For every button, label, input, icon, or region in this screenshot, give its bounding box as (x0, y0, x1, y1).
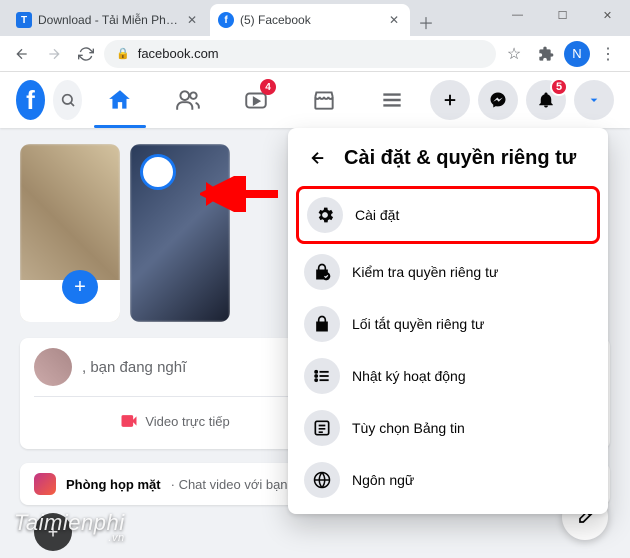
composer-avatar[interactable] (34, 348, 72, 386)
nav-back-button[interactable] (8, 40, 36, 68)
live-video-label: Video trực tiếp (145, 414, 229, 429)
settings-privacy-dropdown: Cài đặt & quyền riêng tư Cài đặt Kiểm tr… (288, 128, 608, 514)
browser-address-bar: 🔒 facebook.com ☆ N ⋮ (0, 36, 630, 72)
tab-title-1: (5) Facebook (240, 13, 380, 27)
gear-icon (307, 197, 343, 233)
tab-favicon-1: f (218, 12, 234, 28)
fb-notifications-button[interactable]: 5 (526, 80, 566, 120)
fb-tab-menu[interactable] (362, 75, 422, 125)
rooms-subtitle: · Chat video với bạn bè (171, 477, 306, 492)
room-add-button[interactable]: + (34, 513, 72, 551)
url-input[interactable]: 🔒 facebook.com (104, 40, 496, 68)
list-icon (304, 358, 340, 394)
fb-messenger-button[interactable] (478, 80, 518, 120)
dropdown-label-2: Lối tắt quyền riêng tư (352, 316, 484, 332)
window-minimize[interactable]: — (495, 0, 540, 30)
tab-favicon-0: T (16, 12, 32, 28)
fb-tab-friends[interactable] (158, 75, 218, 125)
extensions-icon[interactable] (532, 40, 560, 68)
feed-icon (304, 410, 340, 446)
tab-title-0: Download - Tải Miễn Phí VN - Ph (38, 13, 178, 27)
rooms-title: Phòng họp mặt (66, 477, 161, 492)
dropdown-item-privacy-shortcuts[interactable]: Lối tắt quyền riêng tư (296, 298, 600, 350)
nav-reload-button[interactable] (72, 40, 100, 68)
fb-search-button[interactable] (53, 80, 82, 120)
dropdown-item-settings[interactable]: Cài đặt (296, 186, 600, 244)
dropdown-label-5: Ngôn ngữ (352, 472, 414, 488)
story-item-1[interactable] (130, 144, 230, 322)
watch-badge: 4 (260, 79, 276, 95)
bookmark-star-icon[interactable]: ☆ (500, 40, 528, 68)
browser-profile-avatar[interactable]: N (564, 41, 590, 67)
notif-badge: 5 (550, 78, 568, 96)
browser-titlebar: T Download - Tải Miễn Phí VN - Ph ✕ f (5… (0, 0, 630, 36)
window-close[interactable]: ✕ (585, 0, 630, 30)
browser-tab-0[interactable]: T Download - Tải Miễn Phí VN - Ph ✕ (8, 4, 208, 36)
tab-close-0[interactable]: ✕ (184, 12, 200, 28)
instruction-arrow (200, 176, 280, 212)
dropdown-label-0: Cài đặt (355, 207, 399, 223)
plus-icon: + (62, 270, 98, 304)
fb-tab-home[interactable] (90, 75, 150, 125)
video-camera-icon (119, 411, 139, 431)
globe-icon (304, 462, 340, 498)
new-tab-button[interactable]: ＋ (412, 8, 440, 36)
dropdown-label-1: Kiểm tra quyền riêng tư (352, 264, 498, 280)
browser-tab-1[interactable]: f (5) Facebook ✕ (210, 4, 410, 36)
window-maximize[interactable]: ☐ (540, 0, 585, 30)
lock-check-icon (304, 254, 340, 290)
tab-close-1[interactable]: ✕ (386, 12, 402, 28)
dropdown-label-3: Nhật ký hoạt động (352, 368, 466, 384)
fb-logo[interactable]: f (16, 80, 45, 120)
dropdown-title: Cài đặt & quyền riêng tư (344, 147, 576, 170)
url-text: facebook.com (138, 46, 219, 61)
fb-tab-watch[interactable]: 4 (226, 75, 286, 125)
lock-icon: 🔒 (116, 47, 130, 60)
fb-create-button[interactable] (430, 80, 470, 120)
dropdown-label-4: Tùy chọn Bảng tin (352, 420, 465, 436)
fb-tab-marketplace[interactable] (294, 75, 354, 125)
story-create[interactable]: + (20, 144, 120, 322)
lock-icon (304, 306, 340, 342)
composer-prompt[interactable]: , bạn đang nghĩ (82, 359, 186, 376)
window-controls: — ☐ ✕ (495, 0, 630, 30)
fb-right-controls: 5 (430, 80, 614, 120)
fb-top-nav: f 4 5 (0, 72, 630, 128)
dropdown-item-newsfeed-prefs[interactable]: Tùy chọn Bảng tin (296, 402, 600, 454)
story-avatar (140, 154, 176, 190)
dropdown-item-activity-log[interactable]: Nhật ký hoạt động (296, 350, 600, 402)
fb-account-dropdown-button[interactable] (574, 80, 614, 120)
fb-center-tabs: 4 (90, 75, 422, 125)
dropdown-item-language[interactable]: Ngôn ngữ (296, 454, 600, 506)
nav-forward-button[interactable] (40, 40, 68, 68)
composer-live-video[interactable]: Video trực tiếp (34, 403, 315, 439)
dropdown-back-button[interactable] (302, 142, 334, 174)
rooms-camera-icon (34, 473, 56, 495)
dropdown-item-privacy-checkup[interactable]: Kiểm tra quyền riêng tư (296, 246, 600, 298)
browser-menu-icon[interactable]: ⋮ (594, 40, 622, 68)
